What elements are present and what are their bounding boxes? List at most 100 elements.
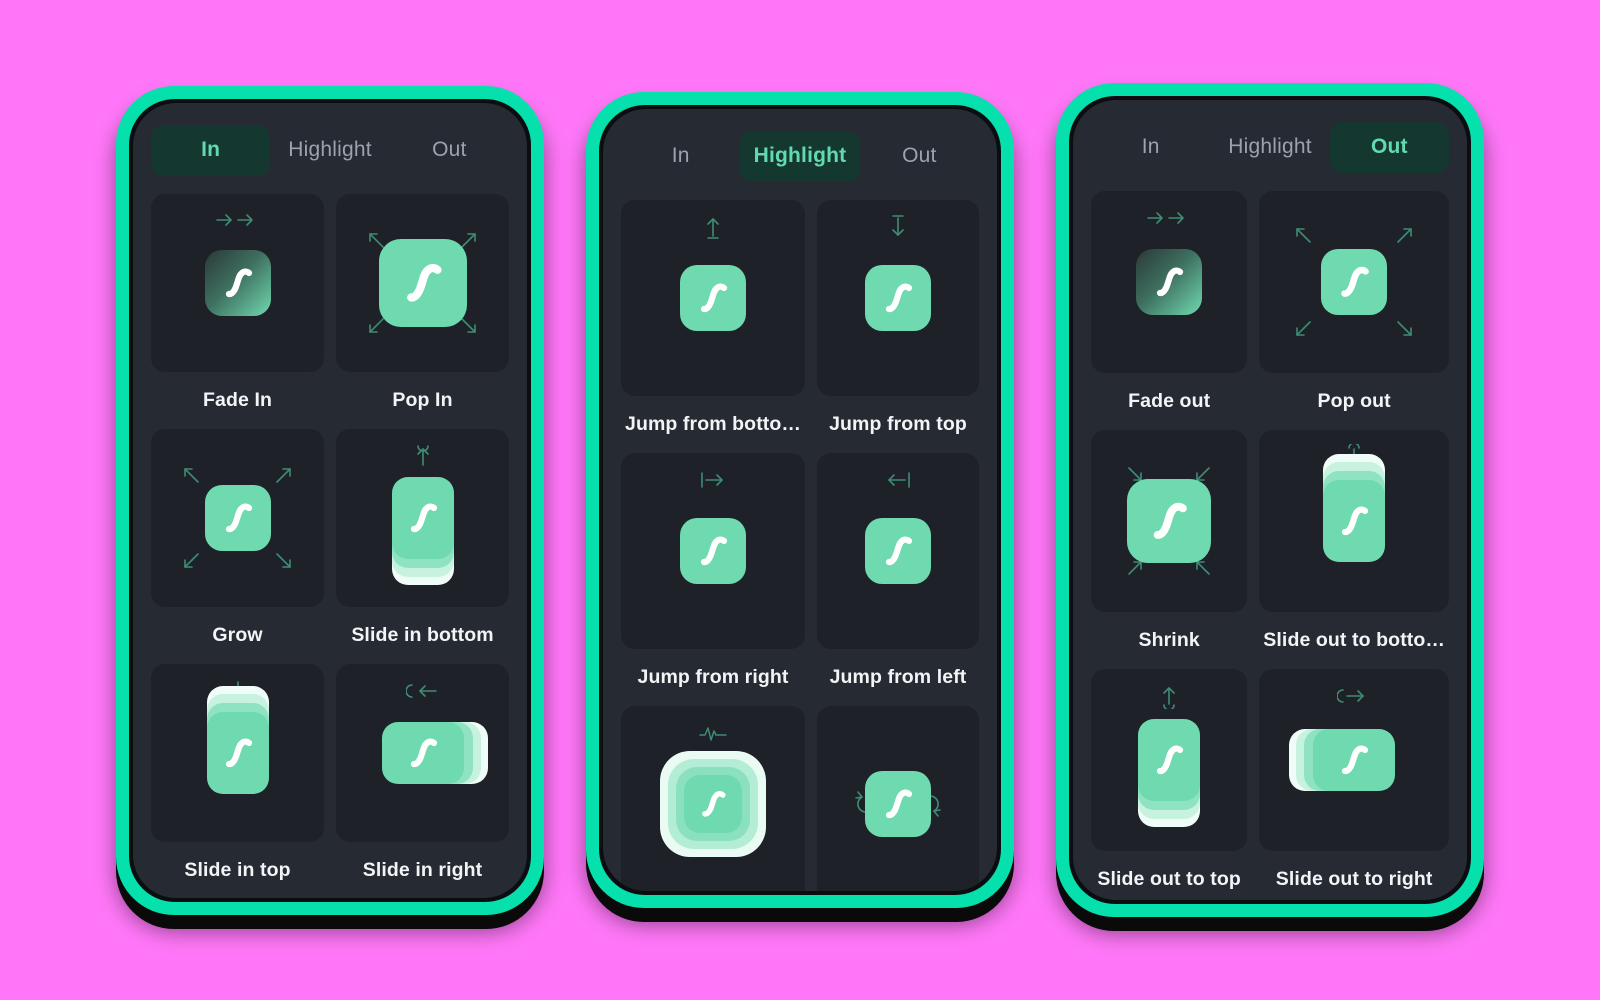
tile-stage [1091, 430, 1247, 612]
slide-stack [1289, 729, 1396, 791]
screen-out: In Highlight Out Fade out Pop out Shrink… [1073, 100, 1467, 900]
phone-highlight: In Highlight Out Jump from botto… Jump f… [586, 92, 1014, 908]
animation-item[interactable]: Slide in top [151, 663, 324, 898]
animation-item[interactable]: Fade out [1091, 191, 1248, 430]
animation-preview-card[interactable] [817, 453, 979, 649]
tile-stage [151, 429, 324, 607]
animation-item[interactable]: Fade In [151, 193, 324, 429]
pulse-stack [660, 751, 766, 857]
animation-item[interactable]: Shrink [1091, 430, 1248, 669]
app-tile [865, 265, 931, 331]
animation-preview-card[interactable] [1259, 669, 1449, 851]
app-tile [204, 484, 271, 551]
animation-item[interactable]: Slide out to botto… [1259, 430, 1449, 669]
slide-stack [1323, 454, 1386, 562]
animation-label: Slide in bottom [351, 623, 494, 646]
animation-preview-card[interactable] [1091, 669, 1248, 851]
animation-item[interactable]: Slide in right [336, 663, 509, 898]
animation-preview-card[interactable] [151, 428, 324, 607]
app-tile [865, 771, 931, 837]
tile-stage [1259, 669, 1449, 851]
tile-stage [336, 664, 509, 842]
animation-preview-card[interactable] [817, 706, 979, 891]
app-tile [680, 265, 746, 331]
tab-in[interactable]: In [151, 124, 271, 176]
app-tile [684, 775, 742, 833]
app-tile [381, 721, 464, 784]
animation-preview-card[interactable] [336, 193, 509, 372]
tile-stage [336, 429, 509, 607]
tile-stage [151, 194, 324, 372]
slide-stack [391, 476, 454, 585]
animation-grid-out: Fade out Pop out Shrink Slide out to bot… [1091, 191, 1449, 900]
animation-preview-card[interactable] [1091, 430, 1248, 612]
app-tile [1321, 249, 1388, 315]
tab-highlight[interactable]: Highlight [270, 125, 389, 176]
tile-stage [151, 664, 324, 842]
tile-stage [621, 453, 805, 649]
animation-preview-card[interactable] [1091, 191, 1248, 373]
app-tile [206, 711, 269, 794]
app-tile [1313, 729, 1396, 791]
tab-out[interactable]: Out [390, 125, 509, 176]
animation-item[interactable]: Jump from left [817, 453, 979, 706]
animation-label: Slide out to right [1275, 868, 1433, 890]
phone-in: In Highlight Out Fade In Pop In Grow Sli… [116, 85, 544, 915]
tab-highlight[interactable]: Highlight [740, 131, 860, 182]
app-tile [204, 249, 271, 316]
tile-stage [817, 453, 979, 649]
animation-label: Jump from top [829, 413, 967, 435]
tab-bar-highlight: In Highlight Out [621, 131, 979, 182]
animation-item[interactable]: Slide out to right [1259, 669, 1449, 900]
tab-in[interactable]: In [1091, 122, 1210, 173]
phone-out: In Highlight Out Fade out Pop out Shrink… [1056, 83, 1484, 917]
tile-stage [1259, 430, 1449, 612]
animation-label: Slide out to botto… [1263, 629, 1445, 651]
animation-preview-card[interactable] [817, 200, 979, 396]
tab-highlight[interactable]: Highlight [1210, 122, 1329, 173]
app-tile [1127, 479, 1212, 563]
animation-item[interactable]: Jump from right [621, 453, 805, 706]
tile-stage [1091, 191, 1247, 373]
animation-label: Jump from right [637, 666, 789, 688]
slide-stack [1138, 719, 1201, 827]
animation-item[interactable]: Grow [151, 428, 324, 664]
animation-item[interactable]: Jump from botto… [621, 200, 805, 453]
phone-bezel: In Highlight Out [599, 105, 1001, 895]
animation-preview-card[interactable] [1259, 191, 1449, 373]
tile-stage [621, 200, 805, 396]
animation-item[interactable]: Slide in bottom [336, 428, 509, 664]
animation-grid-in: Fade In Pop In Grow Slide in bottom Slid… [151, 193, 509, 898]
tab-bar-in: In Highlight Out [151, 124, 509, 176]
animation-item[interactable]: Slide out to top [1091, 669, 1248, 900]
tab-out[interactable]: Out [1329, 122, 1449, 173]
animation-label: Jump from left [829, 666, 967, 688]
animation-item[interactable]: Jump from top [817, 200, 979, 453]
animation-label: Grow [212, 623, 263, 646]
animation-item[interactable]: Pop out [1259, 191, 1449, 430]
app-tile [391, 476, 454, 559]
animation-preview-card[interactable] [621, 200, 805, 396]
animation-item[interactable]: Rotate [817, 706, 979, 891]
tab-out[interactable]: Out [860, 131, 979, 182]
animation-preview-card[interactable] [151, 663, 324, 842]
animation-preview-card[interactable] [336, 663, 509, 842]
slide-stack [206, 685, 269, 794]
phone-gallery: In Highlight Out Fade In Pop In Grow Sli… [0, 0, 1600, 1000]
animation-preview-card[interactable] [336, 428, 509, 607]
tab-in[interactable]: In [621, 131, 740, 182]
animation-label: Pop out [1317, 390, 1391, 412]
tile-stage [1091, 669, 1247, 851]
tile-stage [817, 706, 979, 891]
app-tile [680, 518, 746, 584]
animation-label: Jump from botto… [625, 413, 801, 435]
animation-item[interactable]: Pop In [336, 193, 509, 429]
animation-preview-card[interactable] [621, 706, 805, 891]
animation-label: Slide out to top [1097, 868, 1241, 890]
animation-label: Slide in top [184, 858, 291, 881]
animation-preview-card[interactable] [621, 453, 805, 649]
tab-bar-out: In Highlight Out [1091, 122, 1449, 173]
animation-preview-card[interactable] [151, 193, 324, 372]
animation-preview-card[interactable] [1259, 430, 1449, 612]
animation-item[interactable]: Pulse [621, 706, 805, 891]
